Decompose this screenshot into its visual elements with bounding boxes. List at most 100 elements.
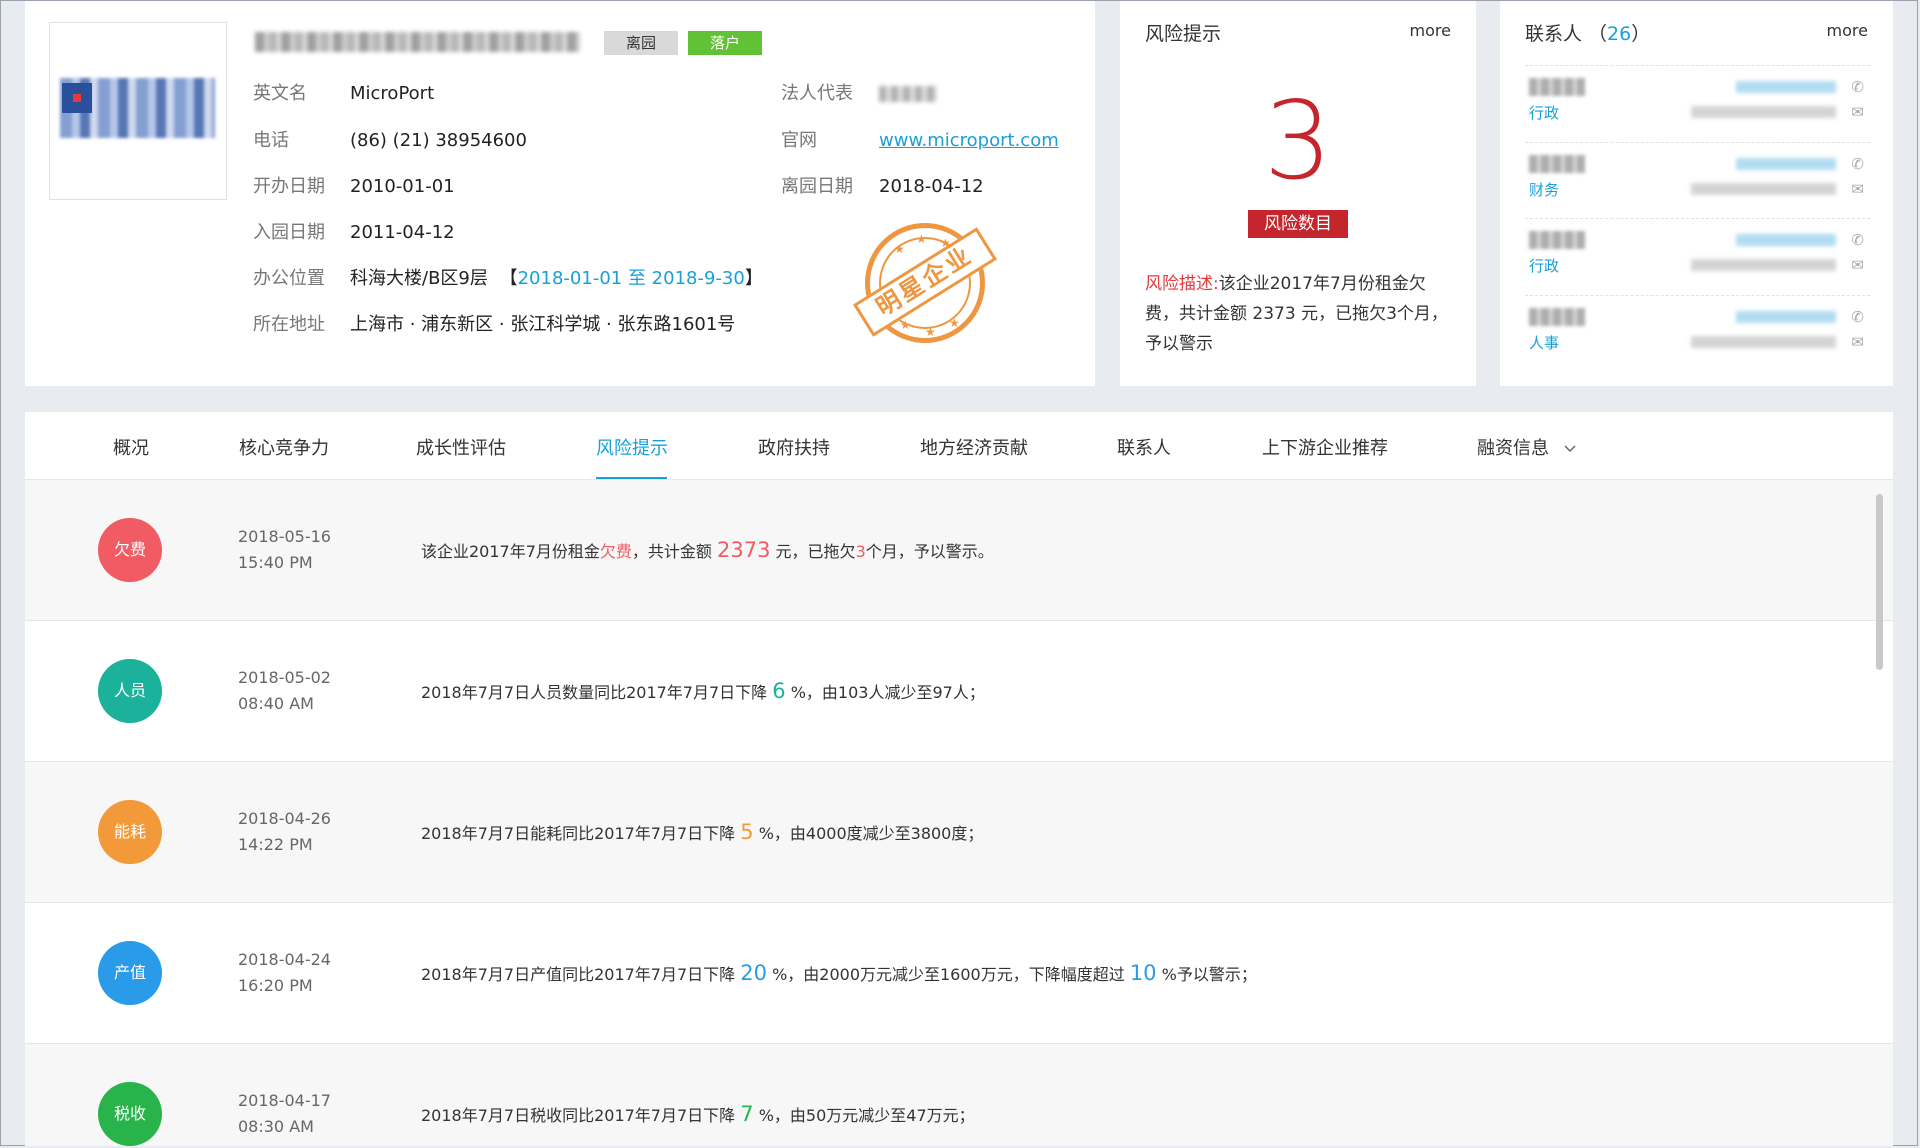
phone-icon[interactable]: ✆ <box>1851 155 1864 173</box>
risk-item-tax[interactable]: 税收 2018-04-17 08:30 AM 2018年7月7日税收同比2017年7月… <box>25 1044 1893 1146</box>
company-card: 离园 落户 英文名 MicroPort 电话 (86) (21) 3895460… <box>25 1 1095 386</box>
tab-overview[interactable]: 概况 <box>113 434 149 460</box>
contact-name-redacted <box>1529 231 1585 249</box>
tab-core-competitiveness[interactable]: 核心竞争力 <box>239 434 329 460</box>
risk-summary-card: 风险提示 more 3 风险数目 风险描述:该企业2017年7月份租金欠费，共计… <box>1120 1 1476 386</box>
stamp-star-icon: ★ <box>894 242 905 256</box>
field-value: 2018-04-12 <box>879 176 984 197</box>
risk-text: 元，已拖欠 <box>770 542 856 561</box>
mail-icon[interactable]: ✉ <box>1851 333 1864 351</box>
risk-text: %，由50万元减少至47万元； <box>753 1106 975 1125</box>
contacts-more-link[interactable]: more <box>1827 21 1868 40</box>
company-name-redacted <box>255 32 580 52</box>
contact-name-redacted <box>1529 155 1585 173</box>
phone-icon[interactable]: ✆ <box>1851 78 1864 96</box>
tab-contacts[interactable]: 联系人 <box>1117 434 1171 460</box>
tab-local-economy[interactable]: 地方经济贡献 <box>920 434 1028 460</box>
contact-item[interactable]: 行政 ✆ ✉ <box>1525 65 1870 142</box>
contacts-count-open: （ <box>1588 23 1608 45</box>
tab-risk-alerts[interactable]: 风险提示 <box>596 434 668 460</box>
contact-phone-redacted <box>1736 311 1836 323</box>
star-company-stamp: ★ ★ ★ ★ ★ ★ 明星企业 <box>853 223 997 343</box>
period-bracket-close: 】 <box>744 268 763 289</box>
risk-date: 2018-05-02 <box>238 668 331 687</box>
stamp-star-icon: ★ <box>916 232 927 246</box>
risk-text: 个月，予以警示。 <box>865 542 994 561</box>
risk-item-energy[interactable]: 能耗 2018-04-26 14:22 PM 2018年7月7日能耗同比2017年7月… <box>25 762 1893 903</box>
field-label: 英文名 <box>253 83 307 104</box>
risk-desc-label: 风险描述: <box>1145 274 1219 294</box>
contacts-card-title: 联系人 （26） <box>1525 19 1650 46</box>
stamp-star-icon: ★ <box>925 325 936 339</box>
legal-rep-redacted <box>879 86 937 102</box>
risk-message: 2018年7月7日税收同比2017年7月7日下降 7 %，由50万元减少至47万… <box>421 1102 975 1126</box>
phone-icon[interactable]: ✆ <box>1851 231 1864 249</box>
risk-highlight: 3 <box>855 542 866 561</box>
risk-text: ，共计金额 <box>631 542 718 561</box>
field-legal-rep: 法人代表 <box>781 81 937 107</box>
contact-phone-redacted <box>1736 81 1836 93</box>
risk-text: 2018年7月7日税收同比2017年7月7日下降 <box>421 1106 741 1125</box>
contact-email-redacted <box>1691 183 1836 195</box>
stamp-star-icon: ★ <box>949 316 960 330</box>
risk-item-arrears[interactable]: 欠费 2018-05-16 15:40 PM 该企业2017年7月份租金欠费，共计金额… <box>25 480 1893 621</box>
contact-item[interactable]: 人事 ✆ ✉ <box>1525 295 1870 372</box>
company-logo <box>49 22 227 200</box>
risk-message: 2018年7月7日人员数量同比2017年7月7日下降 6 %，由103人减少至9… <box>421 679 985 703</box>
risk-timestamp: 2018-04-26 14:22 PM <box>238 806 331 858</box>
contact-role: 行政 <box>1529 104 1560 122</box>
risk-date: 2018-04-17 <box>238 1091 331 1110</box>
risk-list: 欠费 2018-05-16 15:40 PM 该企业2017年7月份租金欠费，共计金额… <box>25 480 1893 1146</box>
field-label: 办公位置 <box>253 268 325 289</box>
contact-name-redacted <box>1529 308 1585 326</box>
field-value: (86) (21) 38954600 <box>350 130 527 151</box>
status-tag-settled: 落户 <box>688 31 762 55</box>
field-label: 入园日期 <box>253 222 325 243</box>
tab-government-support[interactable]: 政府扶持 <box>758 434 830 460</box>
tab-supply-chain[interactable]: 上下游企业推荐 <box>1262 434 1388 460</box>
status-tag-left: 离园 <box>604 31 678 55</box>
risk-time: 08:40 AM <box>238 694 314 713</box>
field-label: 离园日期 <box>781 176 853 197</box>
risk-item-output[interactable]: 产值 2018-04-24 16:20 PM 2018年7月7日产值同比2017年7月… <box>25 903 1893 1044</box>
chevron-down-icon <box>1564 445 1576 453</box>
contact-item[interactable]: 财务 ✆ ✉ <box>1525 142 1870 219</box>
mail-icon[interactable]: ✉ <box>1851 180 1864 198</box>
field-english-name: 英文名 MicroPort <box>253 81 434 107</box>
field-value: 上海市 · 浦东新区 · 张江科学城 · 张东路1601号 <box>350 314 736 335</box>
contact-email-redacted <box>1691 106 1836 118</box>
risk-date: 2018-04-24 <box>238 950 331 969</box>
contact-role: 人事 <box>1529 334 1560 352</box>
mail-icon[interactable]: ✉ <box>1851 103 1864 121</box>
scrollbar-thumb[interactable] <box>1876 494 1883 670</box>
risk-message: 2018年7月7日产值同比2017年7月7日下降 20 %，由2000万元减少至… <box>421 961 1257 985</box>
tab-growth-assessment[interactable]: 成长性评估 <box>416 434 506 460</box>
risk-timestamp: 2018-05-02 08:40 AM <box>238 665 331 717</box>
field-value: MicroPort <box>350 83 435 104</box>
contacts-title-text: 联系人 <box>1525 23 1583 45</box>
contact-email-redacted <box>1691 259 1836 271</box>
tab-financing[interactable]: 融资信息 <box>1477 434 1577 460</box>
mail-icon[interactable]: ✉ <box>1851 256 1864 274</box>
website-link[interactable]: www.microport.com <box>879 128 1059 154</box>
section-tabs: 概况 核心竞争力 成长性评估 风险提示 政府扶持 地方经济贡献 联系人 上下游企… <box>25 412 1893 480</box>
active-tab-indicator <box>596 477 667 479</box>
field-label: 开办日期 <box>253 176 325 197</box>
risk-time: 08:30 AM <box>238 1117 314 1136</box>
field-value: 科海大楼/B区9层 <box>350 268 488 289</box>
risk-count-badge: 风险数目 <box>1248 210 1348 238</box>
contact-phone-redacted <box>1736 158 1836 170</box>
risk-more-link[interactable]: more <box>1410 21 1451 40</box>
risk-timestamp: 2018-05-16 15:40 PM <box>238 524 331 576</box>
risk-time: 15:40 PM <box>238 553 313 572</box>
risk-timestamp: 2018-04-17 08:30 AM <box>238 1088 331 1140</box>
risk-type-badge: 产值 <box>98 941 162 1005</box>
risk-text: 该企业2017年7月份租金 <box>421 542 600 561</box>
risk-date: 2018-04-26 <box>238 809 331 828</box>
risk-highlight: 欠费 <box>599 542 632 561</box>
risk-item-personnel[interactable]: 人员 2018-05-02 08:40 AM 2018年7月7日人员数量同比2017年… <box>25 621 1893 762</box>
contact-item[interactable]: 行政 ✆ ✉ <box>1525 218 1870 295</box>
risk-type-badge: 能耗 <box>98 800 162 864</box>
phone-icon[interactable]: ✆ <box>1851 308 1864 326</box>
risk-highlight: 10 <box>1129 961 1157 985</box>
